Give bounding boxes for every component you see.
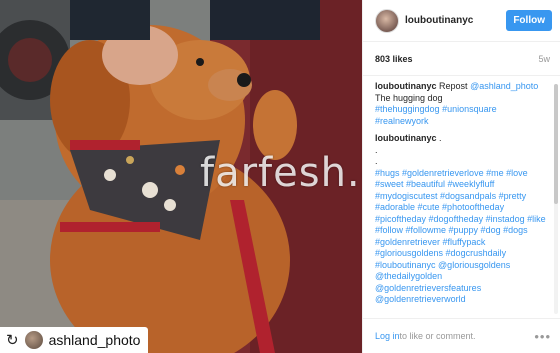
repost-avatar — [24, 331, 43, 349]
post-stats: 803 likes 5w — [363, 42, 560, 76]
post-time: 5w — [538, 53, 550, 64]
comments-list[interactable]: louboutinanyc Repost @ashland_photo The … — [363, 76, 560, 318]
post-header: louboutinanyc Follow — [363, 0, 560, 42]
comment-username[interactable]: louboutinanyc — [375, 81, 437, 91]
comment-dot: . — [439, 133, 442, 143]
comment-dot: . — [375, 156, 378, 166]
caption-comment: louboutinanyc Repost @ashland_photo The … — [375, 81, 548, 127]
hashtag-link[interactable]: #realnewyork — [375, 116, 429, 126]
post-username[interactable]: louboutinanyc — [405, 15, 506, 26]
caption-line2: The hugging dog — [375, 92, 443, 103]
more-options-icon[interactable]: ••• — [534, 329, 551, 344]
tags-comment: louboutinanyc . . . #hugs #goldenretriev… — [375, 133, 548, 306]
hashtag-link[interactable]: #thehuggingdog — [375, 104, 440, 114]
avatar[interactable] — [375, 8, 399, 33]
repost-icon: ↻ — [6, 331, 19, 349]
watermark-text: farfesh.com — [200, 150, 362, 196]
hashtag-list[interactable]: #hugs #goldenretrieverlove #me #love #sw… — [375, 168, 546, 305]
login-link[interactable]: Log in — [375, 331, 400, 341]
caption-text: Repost — [439, 81, 468, 91]
post-sidebar: louboutinanyc Follow 803 likes 5w loubou… — [362, 0, 560, 353]
comment-username[interactable]: louboutinanyc — [375, 133, 437, 143]
repost-tag[interactable]: ↻ ashland_photo — [0, 327, 148, 353]
hashtag-link[interactable]: #unionsquare — [442, 104, 497, 114]
caption-mention[interactable]: @ashland_photo — [470, 81, 538, 91]
post-footer: Log in to like or comment. ••• — [363, 318, 560, 353]
comment-dot: . — [375, 144, 378, 155]
repost-username[interactable]: ashland_photo — [49, 332, 141, 348]
scrollbar-thumb[interactable] — [554, 84, 558, 204]
login-text: to like or comment. — [399, 331, 476, 341]
follow-button[interactable]: Follow — [506, 10, 552, 31]
likes-count[interactable]: 803 likes — [375, 54, 413, 64]
post-photo[interactable]: farfesh.com ↻ ashland_photo — [0, 0, 362, 353]
